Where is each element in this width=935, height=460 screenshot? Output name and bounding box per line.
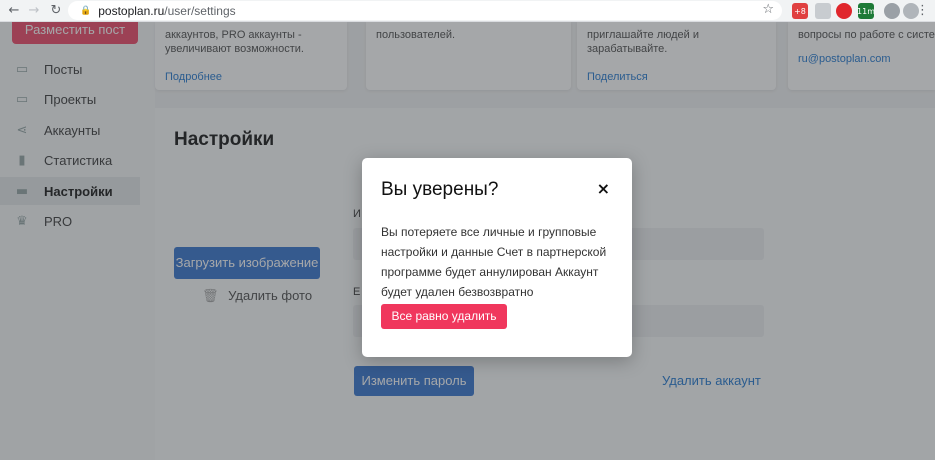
timer-extension-icon[interactable]: 11m xyxy=(857,3,875,19)
confirm-delete-button[interactable]: Все равно удалить xyxy=(381,304,507,329)
back-icon[interactable]: ← xyxy=(4,3,24,18)
modal-title: Вы уверены? xyxy=(381,179,499,200)
bulb-extension-icon[interactable] xyxy=(884,3,900,19)
puzzle-extension-icon[interactable] xyxy=(815,3,831,19)
url-path: /user/settings xyxy=(164,3,236,18)
modal-message: Вы потеряете все личные и групповые наст… xyxy=(381,225,607,299)
reload-icon[interactable]: ↻ xyxy=(46,3,66,18)
url-host: postoplan.ru xyxy=(98,3,165,18)
close-icon[interactable]: × xyxy=(597,179,610,198)
extension-badge-icon[interactable]: +8 xyxy=(792,3,808,19)
opera-extension-icon[interactable] xyxy=(836,3,852,19)
confirm-delete-modal: Вы уверены? × Вы потеряете все личные и … xyxy=(362,158,632,357)
browser-toolbar: ← → ↻ 🔒 postoplan.ru /user/settings ☆ +8… xyxy=(0,0,935,22)
forward-icon[interactable]: → xyxy=(24,3,44,18)
bookmark-star-icon[interactable]: ☆ xyxy=(762,2,774,17)
address-bar[interactable]: 🔒 postoplan.ru /user/settings ☆ xyxy=(68,1,782,20)
lock-icon: 🔒 xyxy=(80,5,92,16)
browser-menu-icon[interactable]: ⋮ xyxy=(916,3,929,18)
